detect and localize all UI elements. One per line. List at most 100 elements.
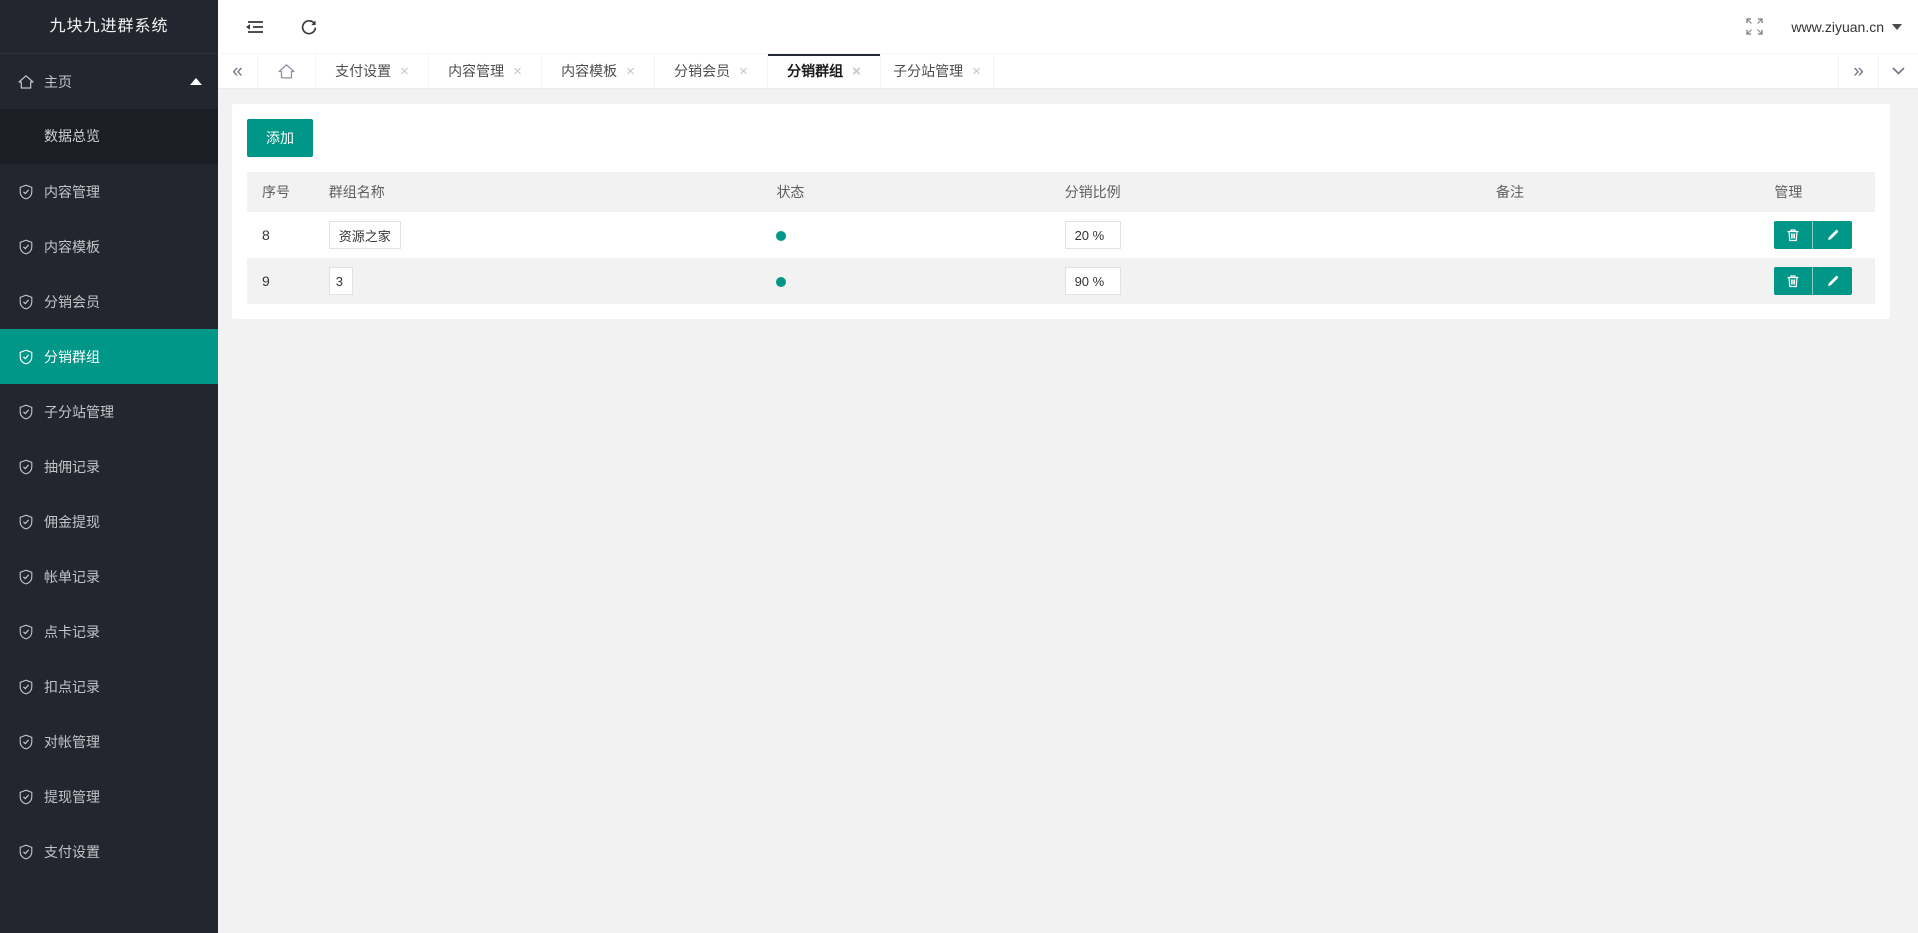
close-icon[interactable]: × — [739, 63, 748, 80]
shield-check-icon — [18, 184, 34, 200]
shield-check-icon — [18, 239, 34, 255]
sidebar-item-withdraw-manage[interactable]: 提现管理 — [0, 769, 218, 824]
sidebar-item-label: 帐单记录 — [44, 567, 100, 587]
sidebar-item-overview[interactable]: 数据总览 — [0, 109, 218, 164]
shield-check-icon — [18, 569, 34, 585]
fullscreen-icon[interactable] — [1746, 18, 1763, 35]
sidebar-item-label: 点卡记录 — [44, 622, 100, 642]
tabs-more-button[interactable] — [1878, 54, 1918, 88]
refresh-icon[interactable] — [300, 18, 318, 36]
tab-home[interactable] — [258, 54, 316, 88]
group-list-card: 添加 序号 群组名称 状态 分销比例 备注 管理 — [232, 104, 1890, 319]
edit-button[interactable] — [1813, 221, 1852, 249]
content-area: 添加 序号 群组名称 状态 分销比例 备注 管理 — [218, 89, 1918, 933]
sidebar-item-commission-record[interactable]: 抽佣记录 — [0, 439, 218, 494]
chevron-down-icon — [1892, 67, 1905, 75]
edit-button[interactable] — [1813, 267, 1852, 295]
sidebar-item-reconciliation[interactable]: 对帐管理 — [0, 714, 218, 769]
sidebar-item-content-template[interactable]: 内容模板 — [0, 219, 218, 274]
sidebar-item-substation[interactable]: 子分站管理 — [0, 384, 218, 439]
remark-cell — [1481, 258, 1759, 304]
table-row: 8 — [247, 212, 1875, 258]
tab-dist-group[interactable]: 分销群组 × — [768, 54, 881, 88]
sidebar-item-label: 分销会员 — [44, 292, 100, 312]
trash-icon — [1786, 274, 1800, 288]
sidebar-item-label: 子分站管理 — [44, 402, 114, 422]
chevron-down-icon — [1892, 24, 1902, 30]
close-icon[interactable]: × — [852, 63, 861, 80]
tab-label: 分销群组 — [787, 61, 843, 81]
sidebar-item-label: 内容管理 — [44, 182, 100, 202]
tab-pay-setting[interactable]: 支付设置 × — [316, 54, 429, 88]
sidebar: 九块九进群系统 主页 数据总览 内容管理 内容模板 分销会员 分销群组 — [0, 0, 218, 933]
sidebar-item-label: 主页 — [44, 72, 72, 92]
sidebar-item-label: 抽佣记录 — [44, 457, 100, 477]
ratio-input[interactable] — [1065, 221, 1121, 249]
shield-check-icon — [18, 349, 34, 365]
close-icon[interactable]: × — [972, 63, 981, 80]
row-index: 8 — [247, 212, 314, 258]
shield-check-icon — [18, 844, 34, 860]
tab-bar: « 支付设置 × 内容管理 × 内容模板 × 分销会员 × 分销群组 × 子分站… — [218, 54, 1918, 89]
sidebar-item-dist-group[interactable]: 分销群组 — [0, 329, 218, 384]
tab-content-template[interactable]: 内容模板 × — [542, 54, 655, 88]
close-icon[interactable]: × — [400, 63, 409, 80]
sidebar-item-label: 内容模板 — [44, 237, 100, 257]
tab-substation[interactable]: 子分站管理 × — [881, 54, 994, 88]
ratio-input[interactable] — [1065, 267, 1121, 295]
sidebar-item-pay-setting[interactable]: 支付设置 — [0, 824, 218, 879]
sidebar-item-card-record[interactable]: 点卡记录 — [0, 604, 218, 659]
sidebar-item-label: 分销群组 — [44, 347, 100, 367]
delete-button[interactable] — [1774, 221, 1813, 249]
sidebar-item-label: 扣点记录 — [44, 677, 100, 697]
collapse-sidebar-icon[interactable] — [244, 19, 264, 35]
home-icon — [278, 63, 295, 80]
sidebar-item-commission-withdraw[interactable]: 佣金提现 — [0, 494, 218, 549]
col-header-remark: 备注 — [1481, 172, 1759, 212]
table-row: 9 — [247, 258, 1875, 304]
col-header-status: 状态 — [761, 172, 1049, 212]
col-header-ratio: 分销比例 — [1050, 172, 1481, 212]
shield-check-icon — [18, 789, 34, 805]
sidebar-item-home[interactable]: 主页 — [0, 54, 218, 109]
sidebar-item-label: 提现管理 — [44, 787, 100, 807]
group-name-input[interactable] — [329, 267, 353, 295]
tab-content-manage[interactable]: 内容管理 × — [429, 54, 542, 88]
group-name-input[interactable] — [329, 221, 401, 249]
sidebar-item-label: 支付设置 — [44, 842, 100, 862]
table-header-row: 序号 群组名称 状态 分销比例 备注 管理 — [247, 172, 1875, 212]
pencil-icon — [1826, 274, 1840, 288]
status-dot — [776, 277, 786, 287]
shield-check-icon — [18, 514, 34, 530]
sidebar-item-deduct-record[interactable]: 扣点记录 — [0, 659, 218, 714]
close-icon[interactable]: × — [626, 63, 635, 80]
sidebar-item-label: 佣金提现 — [44, 512, 100, 532]
group-table: 序号 群组名称 状态 分销比例 备注 管理 8 — [247, 172, 1875, 304]
top-header: www.ziyuan.cn — [218, 0, 1918, 54]
tab-label: 支付设置 — [335, 61, 391, 81]
app-title: 九块九进群系统 — [0, 0, 218, 54]
delete-button[interactable] — [1774, 267, 1813, 295]
sidebar-item-dist-member[interactable]: 分销会员 — [0, 274, 218, 329]
remark-cell — [1481, 212, 1759, 258]
home-icon — [18, 74, 34, 90]
sidebar-item-content-manage[interactable]: 内容管理 — [0, 164, 218, 219]
tab-label: 内容模板 — [561, 61, 617, 81]
pencil-icon — [1826, 228, 1840, 242]
site-domain: www.ziyuan.cn — [1791, 19, 1884, 35]
sidebar-nav: 主页 数据总览 内容管理 内容模板 分销会员 分销群组 子分站管理 抽佣记录 — [0, 54, 218, 879]
tab-label: 内容管理 — [448, 61, 504, 81]
tabs-scroll-left-button[interactable]: « — [218, 54, 258, 88]
chevron-up-icon — [190, 78, 202, 85]
col-header-name: 群组名称 — [314, 172, 762, 212]
status-dot — [776, 231, 786, 241]
shield-check-icon — [18, 734, 34, 750]
tab-label: 分销会员 — [674, 61, 730, 81]
sidebar-item-bill-record[interactable]: 帐单记录 — [0, 549, 218, 604]
site-selector[interactable]: www.ziyuan.cn — [1791, 19, 1902, 35]
shield-check-icon — [18, 294, 34, 310]
add-button[interactable]: 添加 — [247, 119, 313, 157]
close-icon[interactable]: × — [513, 63, 522, 80]
tab-dist-member[interactable]: 分销会员 × — [655, 54, 768, 88]
tabs-scroll-right-button[interactable]: » — [1838, 54, 1878, 88]
